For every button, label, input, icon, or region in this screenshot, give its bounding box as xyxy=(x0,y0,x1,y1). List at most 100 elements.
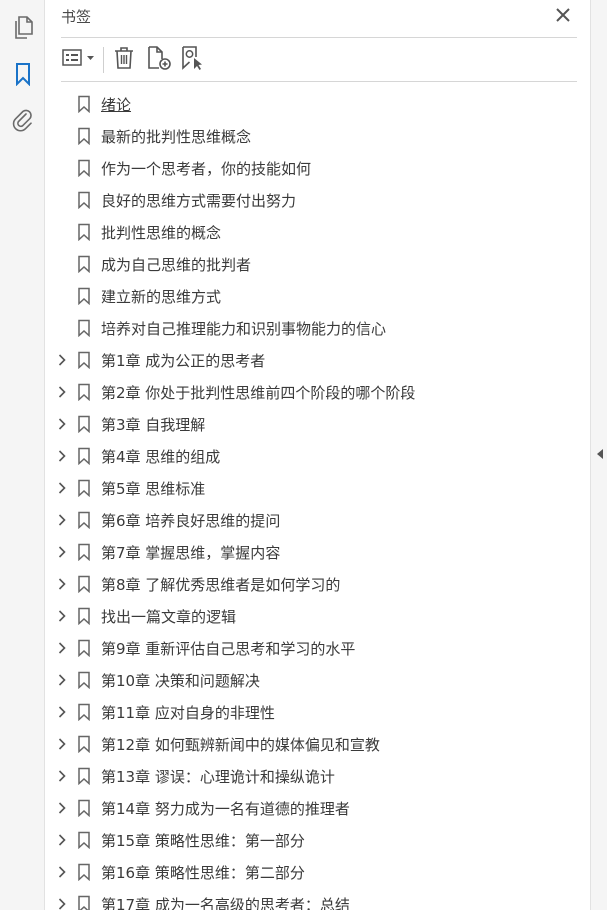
bookmark-icon xyxy=(77,415,91,434)
bookmark-icon xyxy=(77,639,91,658)
bookmark-item[interactable]: 作为一个思考者，你的技能如何 xyxy=(45,152,565,184)
bookmark-label: 第15章 策略性思维：第一部分 xyxy=(101,832,305,850)
expand-chevron-icon[interactable] xyxy=(55,353,69,367)
page-thumbnails-button[interactable] xyxy=(8,15,38,45)
bookmark-item[interactable]: 第12章 如何甄辨新闻中的媒体偏见和宣教 xyxy=(45,728,565,760)
bookmark-icon xyxy=(77,607,91,626)
bookmark-label: 第7章 掌握思维，掌握内容 xyxy=(101,544,281,562)
bookmark-item[interactable]: 第2章 你处于批判性思维前四个阶段的哪个阶段 xyxy=(45,376,565,408)
caret-left-icon xyxy=(596,445,604,464)
bookmark-item[interactable]: 批判性思维的概念 xyxy=(45,216,565,248)
expand-chevron-icon[interactable] xyxy=(55,385,69,399)
expand-chevron-icon[interactable] xyxy=(55,449,69,463)
expand-chevron-icon[interactable] xyxy=(55,833,69,847)
new-bookmark-button[interactable] xyxy=(145,46,173,74)
bookmark-item[interactable]: 最新的批判性思维概念 xyxy=(45,120,565,152)
bookmark-label: 第4章 思维的组成 xyxy=(101,448,221,466)
bookmark-item[interactable]: 第7章 掌握思维，掌握内容 xyxy=(45,536,565,568)
bookmark-item[interactable]: 第13章 谬误：心理诡计和操纵诡计 xyxy=(45,760,565,792)
bookmark-item[interactable]: 绪论 xyxy=(45,88,565,120)
bookmark-item[interactable]: 第15章 策略性思维：第一部分 xyxy=(45,824,565,856)
bookmark-icon xyxy=(77,863,91,882)
expand-chevron-icon[interactable] xyxy=(55,577,69,591)
expand-chevron-icon[interactable] xyxy=(55,545,69,559)
bookmark-icon xyxy=(77,895,91,910)
bookmark-item[interactable]: 第1章 成为公正的思考者 xyxy=(45,344,565,376)
bookmark-icon xyxy=(77,671,91,690)
bookmark-icon xyxy=(77,831,91,850)
options-menu-icon xyxy=(62,48,98,72)
bookmark-item[interactable]: 建立新的思维方式 xyxy=(45,280,565,312)
bookmark-label: 第6章 培养良好思维的提问 xyxy=(101,512,281,530)
bookmark-item[interactable]: 第6章 培养良好思维的提问 xyxy=(45,504,565,536)
bookmark-item[interactable]: 第5章 思维标准 xyxy=(45,472,565,504)
bookmark-item[interactable]: 第4章 思维的组成 xyxy=(45,440,565,472)
bookmark-label: 第17章 成为一名高级的思考者：总结 xyxy=(101,896,350,910)
expand-chevron-icon[interactable] xyxy=(55,513,69,527)
bookmark-label: 第3章 自我理解 xyxy=(101,416,206,434)
delete-bookmark-button[interactable] xyxy=(111,46,137,74)
bookmark-label: 良好的思维方式需要付出努力 xyxy=(101,192,297,210)
bookmark-icon xyxy=(77,287,91,306)
new-bookmark-icon xyxy=(146,45,172,75)
expand-chevron-icon[interactable] xyxy=(55,673,69,687)
bookmark-label: 第1章 成为公正的思考者 xyxy=(101,352,266,370)
bookmark-label: 第2章 你处于批判性思维前四个阶段的哪个阶段 xyxy=(101,384,416,402)
attachments-button[interactable] xyxy=(8,107,38,137)
bookmark-icon xyxy=(77,575,91,594)
bookmark-item[interactable]: 第16章 策略性思维：第二部分 xyxy=(45,856,565,888)
bookmark-icon xyxy=(77,95,91,114)
bookmarks-panel-button[interactable] xyxy=(8,61,38,91)
paperclip-icon xyxy=(12,108,34,136)
bookmark-item[interactable]: 第14章 努力成为一名有道德的推理者 xyxy=(45,792,565,824)
bookmark-item[interactable]: 良好的思维方式需要付出努力 xyxy=(45,184,565,216)
bookmark-icon xyxy=(77,479,91,498)
bookmark-item[interactable]: 成为自己思维的批判者 xyxy=(45,248,565,280)
expand-chevron-icon[interactable] xyxy=(55,417,69,431)
collapse-panel-button[interactable] xyxy=(593,445,606,463)
bookmark-item[interactable]: 第8章 了解优秀思维者是如何学习的 xyxy=(45,568,565,600)
bookmark-icon xyxy=(77,159,91,178)
panel-header: 书签 xyxy=(61,0,577,38)
bookmark-label: 第5章 思维标准 xyxy=(101,480,206,498)
bookmark-item[interactable]: 培养对自己推理能力和识别事物能力的信心 xyxy=(45,312,565,344)
bookmark-icon xyxy=(77,127,91,146)
bookmark-icon xyxy=(77,735,91,754)
panel-title: 书签 xyxy=(61,8,92,26)
bookmark-item[interactable]: 第11章 应对自身的非理性 xyxy=(45,696,565,728)
bookmark-icon xyxy=(77,543,91,562)
expand-chevron-icon[interactable] xyxy=(55,801,69,815)
bookmark-item[interactable]: 第9章 重新评估自己思考和学习的水平 xyxy=(45,632,565,664)
expand-chevron-icon[interactable] xyxy=(55,481,69,495)
bookmark-label: 成为自己思维的批判者 xyxy=(101,256,252,274)
bookmark-item[interactable]: 第3章 自我理解 xyxy=(45,408,565,440)
close-panel-button[interactable] xyxy=(553,6,573,26)
bookmark-label: 第12章 如何甄辨新闻中的媒体偏见和宣教 xyxy=(101,736,380,754)
bookmark-label: 第14章 努力成为一名有道德的推理者 xyxy=(101,800,350,818)
find-current-bookmark-button[interactable] xyxy=(179,46,207,74)
bookmark-icon xyxy=(77,319,91,338)
expand-chevron-icon[interactable] xyxy=(55,897,69,910)
bookmarks-panel: 书签 绪论 最新的批判性思维概念 作为一个思考者，你的技能如何 良好的思维方式需… xyxy=(45,0,590,910)
expand-chevron-icon[interactable] xyxy=(55,705,69,719)
expand-chevron-icon[interactable] xyxy=(55,609,69,623)
bookmark-label: 批判性思维的概念 xyxy=(101,224,222,242)
trash-icon xyxy=(113,46,135,74)
bookmarks-toolbar xyxy=(61,38,577,82)
bookmark-icon xyxy=(14,62,32,90)
bookmark-item[interactable]: 找出一篇文章的逻辑 xyxy=(45,600,565,632)
panel-collapse-strip xyxy=(590,0,607,910)
bookmark-label: 第13章 谬误：心理诡计和操纵诡计 xyxy=(101,768,335,786)
bookmark-label: 第11章 应对自身的非理性 xyxy=(101,704,275,722)
bookmark-label: 建立新的思维方式 xyxy=(101,288,222,306)
expand-chevron-icon[interactable] xyxy=(55,769,69,783)
bookmark-label: 第8章 了解优秀思维者是如何学习的 xyxy=(101,576,341,594)
options-menu-button[interactable] xyxy=(61,46,99,74)
bookmark-item[interactable]: 第17章 成为一名高级的思考者：总结 xyxy=(45,888,565,910)
bookmark-item[interactable]: 第10章 决策和问题解决 xyxy=(45,664,565,696)
bookmark-icon xyxy=(77,799,91,818)
bookmark-icon xyxy=(77,703,91,722)
expand-chevron-icon[interactable] xyxy=(55,737,69,751)
expand-chevron-icon[interactable] xyxy=(55,865,69,879)
expand-chevron-icon[interactable] xyxy=(55,641,69,655)
